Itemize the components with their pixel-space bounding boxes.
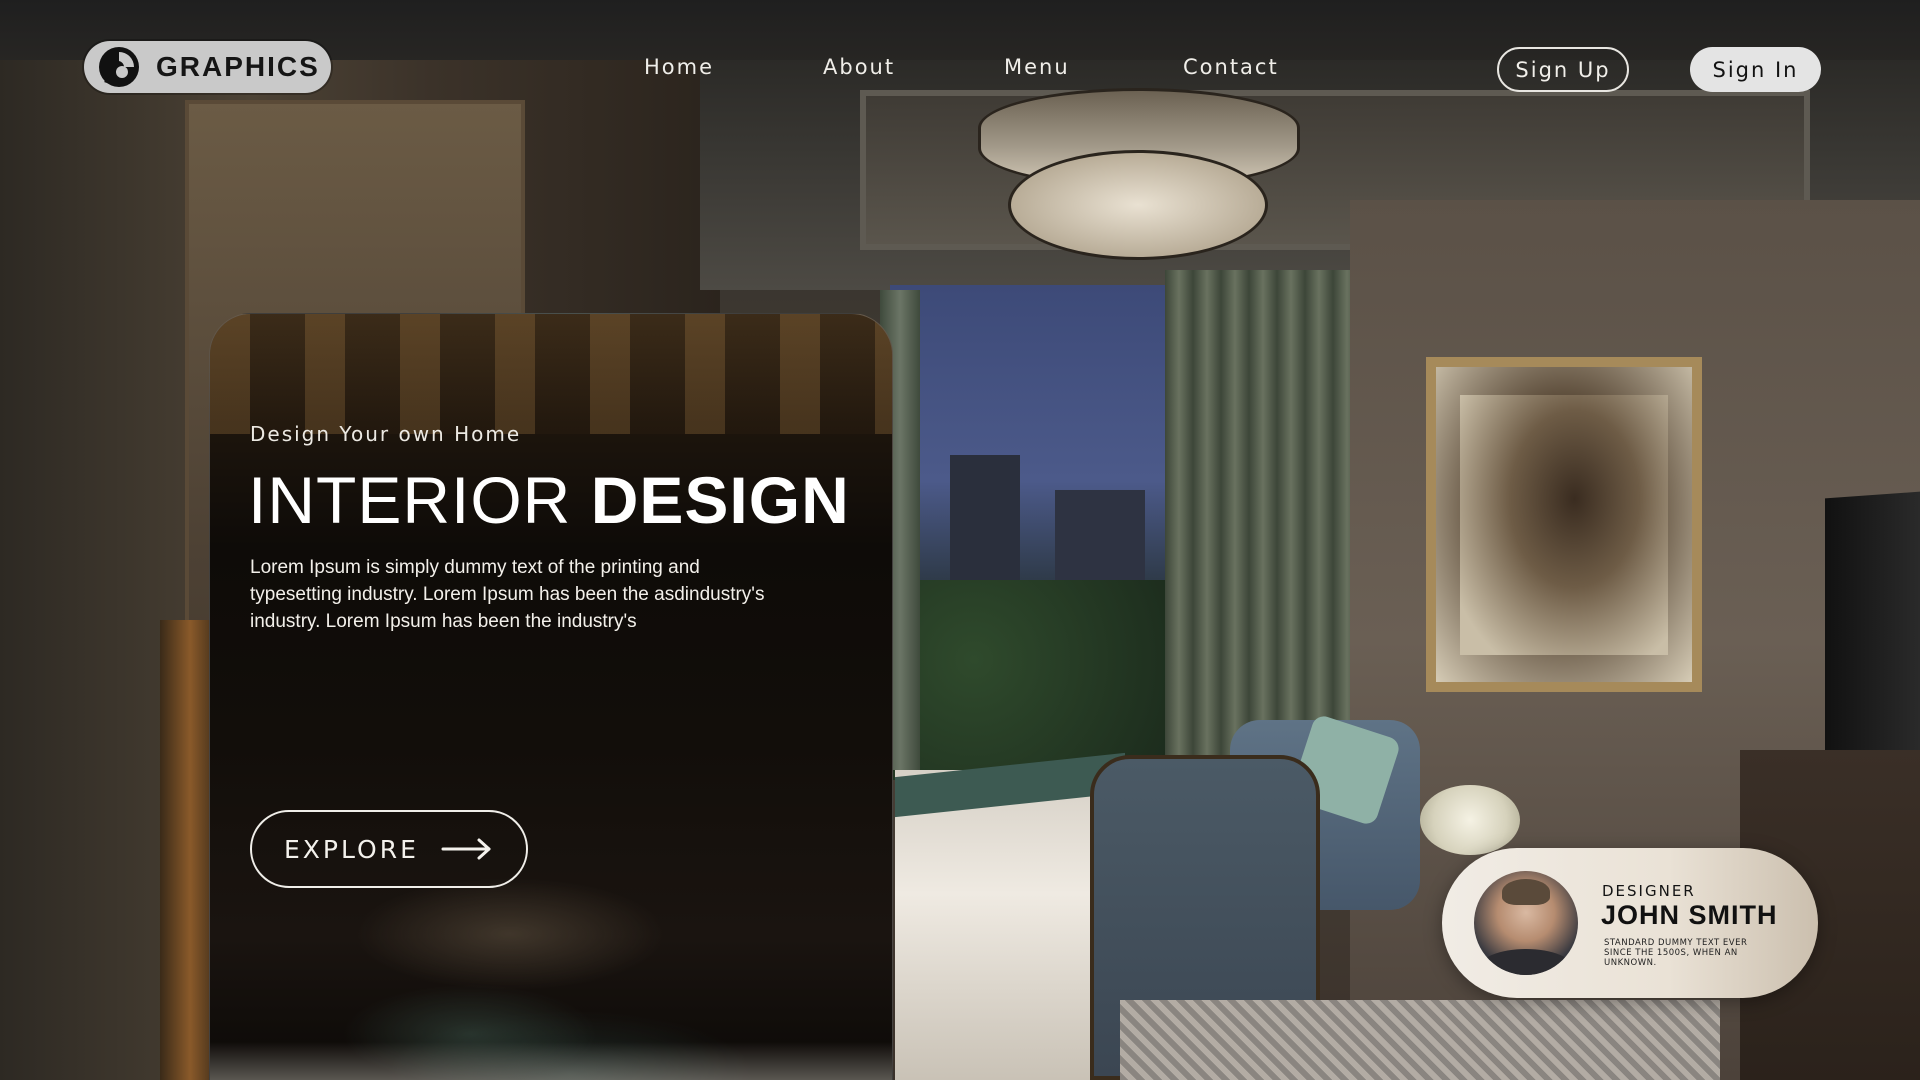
designer-bio: STANDARD DUMMY TEXT EVER SINCE THE 1500S…	[1604, 938, 1748, 968]
top-navbar: GRAPHICS Home About Menu Contact Sign Up…	[0, 0, 1920, 140]
nav-link-about[interactable]: About	[823, 55, 895, 79]
avatar-hair	[1502, 879, 1550, 905]
brand-logo-mark-icon	[98, 46, 140, 88]
tv-decor	[1825, 491, 1920, 769]
sign-in-button[interactable]: Sign In	[1690, 47, 1821, 92]
trees-decor	[890, 580, 1170, 780]
wall-painting	[1460, 395, 1668, 655]
hero-card-glow	[210, 314, 892, 434]
rug-decor	[1120, 1000, 1720, 1080]
nav-link-contact[interactable]: Contact	[1183, 55, 1279, 79]
nav-link-menu[interactable]: Menu	[1004, 55, 1070, 79]
nav-link-home[interactable]: Home	[644, 55, 714, 79]
avatar-shoulders	[1478, 949, 1574, 975]
sign-up-button[interactable]: Sign Up	[1497, 47, 1629, 92]
pendant-lamp-shade-decor	[1008, 150, 1268, 260]
arrow-right-icon	[441, 837, 493, 861]
explore-button[interactable]: EXPLORE	[250, 810, 528, 888]
hero-card: Design Your own Home INTERIOR DESIGN Lor…	[209, 313, 893, 1080]
designer-card[interactable]: DESIGNER JOHN SMITH STANDARD DUMMY TEXT …	[1442, 848, 1818, 998]
hero-description: Lorem Ipsum is simply dummy text of the …	[250, 557, 765, 632]
hero-background: GRAPHICS Home About Menu Contact Sign Up…	[0, 0, 1920, 1080]
curtain-decor	[1165, 270, 1350, 770]
flowers-decor	[1420, 785, 1520, 855]
hero-title: INTERIOR DESIGN	[248, 462, 850, 538]
hero-title-light: INTERIOR	[248, 463, 572, 537]
brand-name: GRAPHICS	[156, 51, 320, 82]
designer-name: JOHN SMITH	[1601, 900, 1778, 930]
brand-logo[interactable]: GRAPHICS	[84, 41, 331, 93]
hero-title-bold: DESIGN	[590, 463, 850, 537]
explore-button-label: EXPLORE	[284, 834, 419, 864]
hero-card-bottom-fade	[210, 1042, 892, 1080]
avatar	[1474, 871, 1578, 975]
designer-role: DESIGNER	[1602, 882, 1696, 900]
hero-kicker: Design Your own Home	[250, 422, 522, 446]
